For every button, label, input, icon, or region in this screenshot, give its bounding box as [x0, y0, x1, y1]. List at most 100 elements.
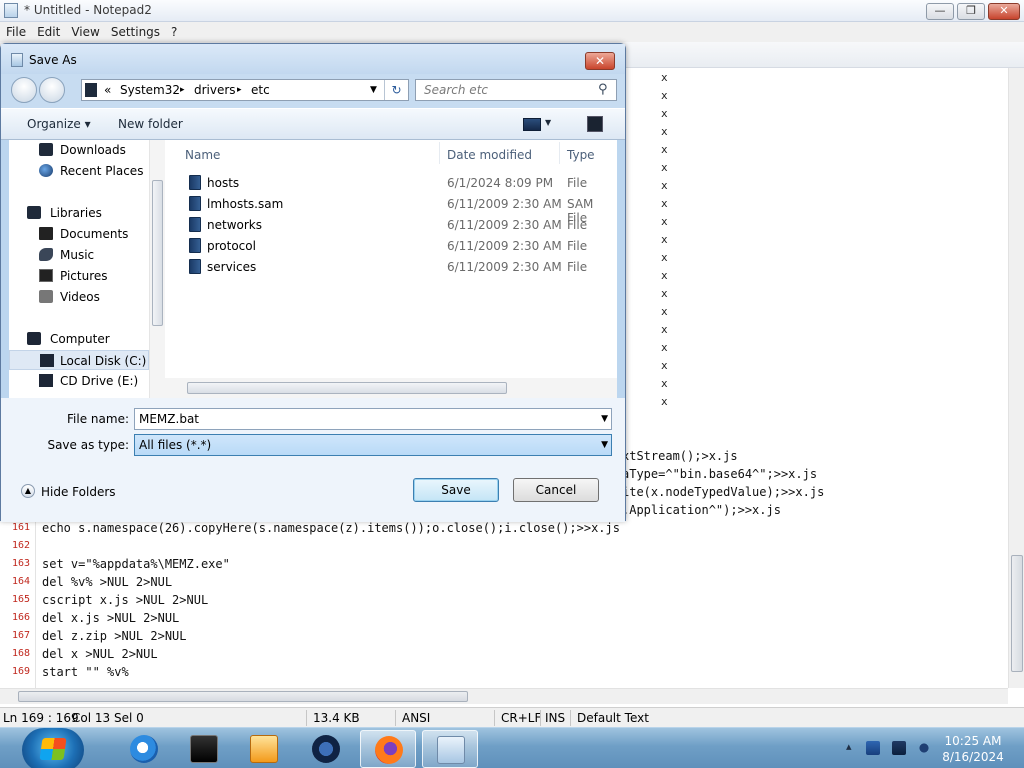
close-button[interactable]: ✕	[988, 3, 1020, 20]
file-name-field[interactable]: MEMZ.bat ▼	[134, 408, 612, 430]
nav-item-pictures[interactable]: Pictures	[9, 266, 149, 286]
preview-pane-icon[interactable]	[587, 116, 603, 132]
navigation-pane-scroll-thumb[interactable]	[152, 180, 163, 326]
file-row[interactable]: services 6/11/2009 2:30 AM File	[185, 257, 615, 277]
menu-file[interactable]: File	[0, 22, 31, 39]
column-header-type[interactable]: Type	[567, 148, 595, 162]
save-as-type-label: Save as type:	[47, 438, 129, 452]
nav-item-label: Pictures	[60, 269, 108, 283]
column-header-date-modified[interactable]: Date modified	[447, 148, 532, 162]
breadcrumb-etc[interactable]: etc	[251, 83, 270, 97]
taskbar-cmd[interactable]	[176, 730, 232, 768]
x-marker: x	[661, 341, 668, 354]
breadcrumb-system32[interactable]: System32	[120, 83, 180, 97]
search-input[interactable]: Search etc	[424, 83, 488, 97]
start-button[interactable]	[22, 728, 84, 768]
refresh-button[interactable]: ↻	[384, 80, 408, 100]
file-row[interactable]: hosts 6/1/2024 8:09 PM File	[185, 173, 615, 193]
taskbar-media-player[interactable]	[236, 730, 292, 768]
dialog-close-button[interactable]: ✕	[585, 52, 615, 70]
nav-item-documents[interactable]: Documents	[9, 224, 149, 244]
breadcrumb-drivers[interactable]: drivers	[194, 83, 236, 97]
recent-places-icon	[39, 164, 53, 177]
save-button[interactable]: Save	[413, 478, 499, 502]
file-type: File	[567, 218, 588, 232]
nav-item-label: Videos	[60, 290, 100, 304]
clock-date: 8/16/2024	[942, 750, 1004, 764]
network-tray-icon[interactable]	[866, 741, 880, 755]
libraries-icon	[27, 206, 41, 219]
nav-item-cd-drive[interactable]: CD Drive (E:)	[9, 371, 149, 391]
cancel-button[interactable]: Cancel	[513, 478, 599, 502]
nav-item-videos[interactable]: Videos	[9, 287, 149, 307]
save-as-type-dropdown-icon[interactable]: ▼	[601, 440, 608, 450]
taskbar-firefox-dark[interactable]	[298, 730, 354, 768]
file-row[interactable]: lmhosts.sam 6/11/2009 2:30 AM SAM File	[185, 194, 615, 225]
hide-folders-chevron-icon[interactable]: ▲	[21, 484, 35, 498]
nav-item-local-disk[interactable]: Local Disk (C:)	[9, 350, 149, 370]
show-hidden-icons-button[interactable]: ▴	[846, 740, 852, 753]
nav-item-libraries[interactable]: Libraries	[9, 203, 149, 223]
organize-button[interactable]: Organize ▾	[27, 117, 91, 131]
file-list-scroll-thumb[interactable]	[187, 382, 507, 394]
search-box[interactable]: Search etc ⚲	[415, 79, 617, 101]
folder-location-icon	[85, 83, 97, 97]
view-options-icon[interactable]	[523, 118, 541, 131]
file-type: File	[567, 260, 588, 274]
nav-item-computer[interactable]: Computer	[9, 329, 149, 349]
address-bar[interactable]: « System32 ▸ drivers ▸ etc ▼ ↻	[81, 79, 409, 101]
horizontal-scrollbar[interactable]	[0, 688, 1008, 704]
file-name: services	[207, 260, 257, 274]
nav-item-label: Documents	[60, 227, 129, 241]
x-marker: x	[661, 233, 668, 246]
line-number: 169	[11, 666, 30, 677]
code-line: set v="%appdata%\MEMZ.exe"	[42, 557, 230, 571]
breadcrumb-separator-icon[interactable]: ▸	[237, 85, 242, 95]
forward-button[interactable]	[39, 77, 65, 103]
minimize-button[interactable]: —	[926, 3, 954, 20]
menu-view[interactable]: View	[65, 22, 104, 39]
window-title: * Untitled - Notepad2	[24, 3, 152, 17]
taskbar-internet-explorer[interactable]	[116, 730, 172, 768]
action-center-tray-icon[interactable]	[892, 741, 906, 755]
column-divider	[439, 142, 440, 164]
search-icon[interactable]: ⚲	[598, 82, 608, 97]
nav-item-music[interactable]: Music	[9, 245, 149, 265]
nav-item-recent-places[interactable]: Recent Places	[9, 161, 149, 181]
new-folder-button[interactable]: New folder	[118, 117, 183, 131]
menu-settings[interactable]: Settings	[105, 22, 165, 39]
vertical-scroll-thumb[interactable]	[1011, 555, 1023, 672]
breadcrumb-separator-icon[interactable]: ▸	[180, 85, 185, 95]
videos-icon	[39, 290, 53, 303]
nav-item-downloads[interactable]: Downloads	[9, 140, 149, 160]
breadcrumb-overflow[interactable]: «	[104, 83, 111, 97]
hide-folders-button[interactable]: Hide Folders	[41, 485, 116, 499]
file-row[interactable]: protocol 6/11/2009 2:30 AM File	[185, 236, 615, 256]
file-icon	[189, 196, 201, 211]
vertical-scrollbar[interactable]	[1008, 68, 1024, 688]
back-button[interactable]	[11, 77, 37, 103]
column-header-name[interactable]: Name	[185, 148, 220, 162]
menu-help[interactable]: ?	[165, 22, 182, 39]
system-clock[interactable]: 10:25 AM 8/16/2024	[940, 733, 1006, 765]
x-marker: x	[661, 197, 668, 210]
horizontal-scroll-thumb[interactable]	[18, 691, 468, 702]
status-scheme: Default Text	[577, 711, 649, 725]
internet-explorer-icon	[130, 735, 158, 763]
status-encoding: ANSI	[402, 711, 431, 725]
file-name-dropdown-icon[interactable]: ▼	[601, 414, 608, 424]
code-fragment: aType=^"bin.base64^";>>x.js	[622, 467, 818, 481]
file-row[interactable]: networks 6/11/2009 2:30 AM File	[185, 215, 615, 235]
navigation-pane-scrollbar[interactable]	[149, 140, 165, 398]
nav-item-label: Libraries	[50, 206, 102, 220]
save-as-type-select[interactable]: All files (*.*) ▼	[134, 434, 612, 456]
file-name-value[interactable]: MEMZ.bat	[139, 412, 199, 426]
menu-edit[interactable]: Edit	[31, 22, 65, 39]
taskbar-notepad2[interactable]	[422, 730, 478, 768]
media-player-icon	[250, 735, 278, 763]
taskbar-firefox[interactable]	[360, 730, 416, 768]
maximize-button[interactable]: ❐	[957, 3, 985, 20]
volume-tray-icon[interactable]	[917, 741, 931, 755]
file-list-horizontal-scrollbar[interactable]	[165, 378, 617, 398]
x-marker: x	[661, 179, 668, 192]
